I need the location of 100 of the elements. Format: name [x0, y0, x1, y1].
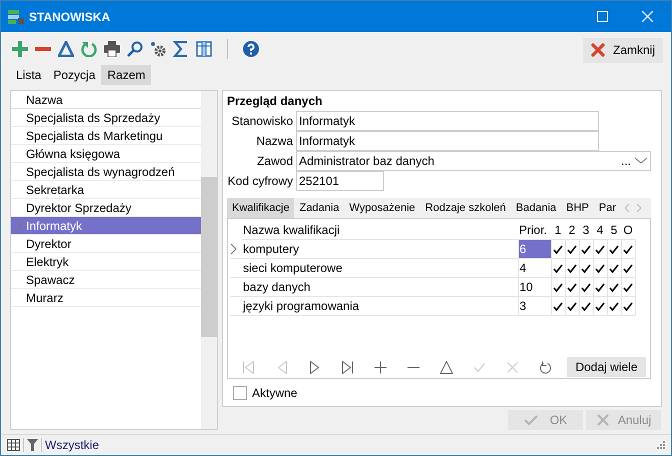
close-button[interactable]: Zamknij [582, 38, 663, 62]
sigma-icon[interactable] [173, 41, 189, 57]
checkmark-icon[interactable] [553, 264, 563, 274]
search-icon[interactable] [127, 41, 143, 57]
checkmark-icon[interactable] [623, 245, 633, 254]
filter-icon[interactable] [27, 439, 38, 451]
checkmark-icon[interactable] [567, 302, 577, 312]
column-header: Nazwa [11, 91, 201, 109]
list-item[interactable]: Murarz [11, 289, 201, 307]
combo-field[interactable]: Administrator baz danych ... [296, 150, 651, 170]
checkmark-icon[interactable] [553, 302, 563, 312]
tab[interactable]: Zadania [294, 198, 344, 218]
checkmark-icon[interactable] [609, 302, 619, 312]
table-cell[interactable]: 10 [518, 278, 551, 296]
app-icon [7, 8, 25, 24]
checkmark-icon[interactable] [595, 302, 605, 312]
checkmark-icon[interactable] [609, 245, 619, 254]
resize-grip-icon[interactable] [657, 441, 665, 449]
tab[interactable]: Lista [10, 65, 48, 85]
print-icon[interactable] [104, 41, 120, 57]
close-icon [590, 43, 605, 57]
list-item[interactable]: Informatyk [11, 217, 201, 235]
dropdown-icon[interactable] [635, 157, 647, 164]
checkmark-icon[interactable] [553, 283, 563, 292]
checkmark-icon[interactable] [595, 264, 605, 274]
cancel-icon [596, 414, 610, 426]
table-cell: języki programowania [242, 296, 518, 316]
checkmark-icon[interactable] [581, 245, 591, 254]
help-icon[interactable] [243, 41, 259, 57]
add-many-button[interactable]: Dodaj wiele [567, 357, 646, 377]
row-indicator-icon [230, 242, 237, 255]
column-header[interactable]: 3 [579, 221, 593, 240]
list-item[interactable]: Specjalista ds Sprzedaży [11, 109, 201, 127]
column-header[interactable]: Nazwa kwalifikacji [242, 221, 518, 240]
checkmark-icon[interactable] [567, 245, 577, 254]
table-cell[interactable]: 3 [518, 296, 551, 316]
plus-icon[interactable] [12, 41, 28, 57]
checkbox-label: Aktywne [252, 385, 298, 402]
tab[interactable]: Par [594, 198, 622, 218]
table-cell: bazy danych [242, 278, 518, 296]
refresh-icon[interactable] [539, 360, 552, 374]
ellipsis-button[interactable]: ... [620, 152, 631, 170]
checkmark-icon[interactable] [567, 283, 577, 292]
list-item[interactable]: Elektryk [11, 253, 201, 271]
text-field[interactable]: Informatyk [296, 130, 599, 150]
column-header[interactable]: O [621, 221, 635, 240]
checkmark-icon[interactable] [567, 264, 577, 274]
list-item[interactable]: Główna księgowa [11, 145, 201, 163]
column-header[interactable]: 4 [593, 221, 607, 240]
checkmark-icon[interactable] [609, 283, 619, 292]
checkbox[interactable] [233, 386, 247, 400]
checkmark-icon[interactable] [623, 283, 633, 292]
text-field[interactable]: 252101 [296, 170, 384, 190]
checkmark-icon[interactable] [595, 283, 605, 292]
checkmark-icon[interactable] [553, 245, 563, 254]
checkmark-icon[interactable] [581, 283, 591, 292]
row-indicator-icon [15, 220, 22, 232]
settings-icon[interactable] [150, 41, 166, 57]
tab[interactable]: Razem [101, 65, 152, 85]
maximize-icon[interactable] [597, 11, 608, 22]
last-icon[interactable] [341, 360, 354, 374]
tab[interactable]: Rodzaje szkoleń [420, 198, 511, 218]
checkmark-icon[interactable] [623, 302, 633, 312]
plus-icon[interactable] [374, 360, 387, 374]
scrollbar[interactable] [201, 91, 217, 429]
column-header[interactable]: 2 [565, 221, 579, 240]
triangle-icon[interactable] [58, 41, 74, 57]
checkmark-icon[interactable] [581, 264, 591, 274]
scrollbar-thumb[interactable] [201, 177, 217, 337]
next-icon[interactable] [308, 360, 321, 374]
tab[interactable]: Wyposażenie [344, 198, 420, 218]
checkmark-icon[interactable] [595, 245, 605, 254]
tab[interactable]: Pozycja [47, 65, 102, 85]
checkmark-icon[interactable] [623, 264, 633, 274]
list-item[interactable]: Specjalista ds wynagrodzeń [11, 163, 201, 181]
checkmark-icon[interactable] [581, 302, 591, 312]
tab[interactable]: Kwalifikacje [227, 198, 294, 218]
field-label: Stanowisko [230, 113, 294, 130]
checkmark-icon[interactable] [609, 264, 619, 274]
field-label: Nazwa [255, 133, 294, 150]
list-item[interactable]: Specjalista ds Marketingu [11, 127, 201, 145]
table-cell[interactable]: 6 [518, 240, 551, 258]
list-item[interactable]: Dyrektor [11, 235, 201, 253]
triangle-icon[interactable] [440, 360, 453, 374]
tab[interactable]: Badania [510, 198, 562, 218]
check-icon [524, 414, 538, 426]
column-header[interactable]: 5 [607, 221, 621, 240]
list-item[interactable]: Spawacz [11, 271, 201, 289]
refresh-icon[interactable] [81, 41, 97, 57]
table-cell[interactable]: 4 [518, 258, 551, 278]
table-cell: sieci komputerowe [242, 258, 518, 278]
field-label: Zawod [256, 153, 294, 170]
list-item[interactable]: Sekretarka [11, 181, 201, 199]
text-field[interactable]: Informatyk [296, 110, 599, 130]
column-header[interactable]: 1 [551, 221, 565, 240]
tab[interactable]: BHP [561, 198, 594, 218]
table-icon[interactable] [7, 439, 20, 451]
close-icon[interactable] [642, 11, 653, 22]
filter-label[interactable]: Wszystkie [45, 436, 99, 454]
columns-icon[interactable] [196, 41, 212, 57]
